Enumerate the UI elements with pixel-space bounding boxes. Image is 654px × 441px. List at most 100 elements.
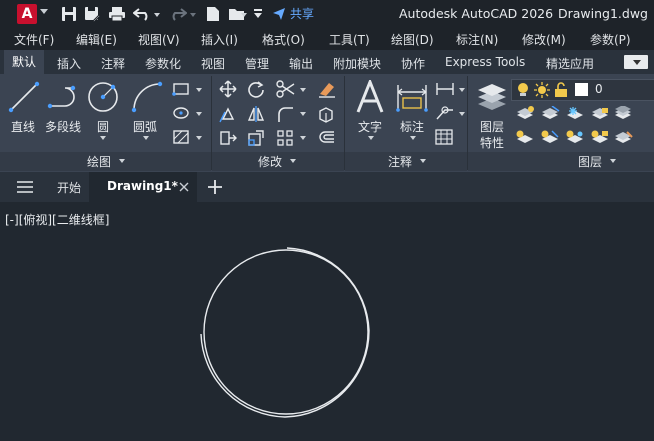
arc-dropdown-icon[interactable] xyxy=(143,136,149,140)
dimension-icon[interactable] xyxy=(395,80,429,114)
polyline-icon[interactable] xyxy=(47,84,83,110)
trim-icon[interactable] xyxy=(276,80,296,98)
layer-isolate-icon[interactable] xyxy=(540,106,560,122)
hamburger-menu-icon[interactable] xyxy=(16,180,34,194)
leader-icon[interactable] xyxy=(435,105,455,121)
layer-lock-icon[interactable] xyxy=(590,106,610,122)
autocad-logo-button[interactable]: A xyxy=(17,4,37,24)
text-tool-label[interactable]: 文字 xyxy=(358,118,382,135)
tab-annotate[interactable]: 注释 xyxy=(101,55,125,72)
linear-dimension-dropdown-icon[interactable] xyxy=(459,88,465,92)
menu-draw[interactable]: 绘图(D) xyxy=(391,31,434,48)
modify-panel-expand-icon[interactable] xyxy=(290,159,296,163)
layer-dropdown[interactable]: 0 xyxy=(511,79,654,101)
redo-dropdown-icon[interactable] xyxy=(190,13,196,17)
open-dropdown-icon[interactable] xyxy=(241,13,247,17)
array-icon[interactable] xyxy=(276,129,294,147)
erase-icon[interactable] xyxy=(317,80,337,98)
explode-icon[interactable] xyxy=(317,105,335,123)
layer-properties-label-1[interactable]: 图层 xyxy=(480,118,504,135)
layers-panel-expand-icon[interactable] xyxy=(610,159,616,163)
layer-thaw-icon[interactable] xyxy=(565,130,585,146)
undo-icon[interactable] xyxy=(132,4,152,24)
menu-modify[interactable]: 修改(M) xyxy=(522,31,566,48)
layer-match-icon[interactable] xyxy=(613,106,633,122)
scale-icon[interactable] xyxy=(247,129,265,147)
close-tab-icon[interactable] xyxy=(179,182,189,192)
layer-unlock-icon[interactable] xyxy=(590,130,610,146)
menu-file[interactable]: 文件(F) xyxy=(14,31,54,48)
save-as-icon[interactable] xyxy=(83,4,101,24)
offset-icon[interactable] xyxy=(317,129,335,147)
layer-properties-icon[interactable] xyxy=(475,80,509,114)
rectangle-icon[interactable] xyxy=(172,82,190,96)
tab-view[interactable]: 视图 xyxy=(201,55,225,72)
tab-drawing1[interactable]: Drawing1* xyxy=(89,172,197,202)
drawn-circle[interactable] xyxy=(195,242,380,422)
layer-unisolate-icon[interactable] xyxy=(540,130,560,146)
hatch-dropdown-icon[interactable] xyxy=(196,136,202,140)
save-icon[interactable] xyxy=(60,4,78,24)
ribbon-minimize-button[interactable] xyxy=(624,55,648,69)
hatch-icon[interactable] xyxy=(172,129,190,145)
layer-walk-icon[interactable] xyxy=(613,130,633,146)
tab-featured-apps[interactable]: 精选应用 xyxy=(546,55,594,72)
undo-dropdown-icon[interactable] xyxy=(154,13,160,17)
stretch-icon[interactable] xyxy=(219,129,237,147)
application-menu-dropdown-icon[interactable] xyxy=(40,9,48,14)
new-file-icon[interactable] xyxy=(204,4,222,24)
menu-dimension[interactable]: 标注(N) xyxy=(456,31,498,48)
draw-panel-footer[interactable]: 绘图 xyxy=(0,152,211,171)
layer-properties-label-2[interactable]: 特性 xyxy=(480,134,504,151)
layer-freeze-icon[interactable] xyxy=(565,106,585,122)
new-tab-plus-icon[interactable] xyxy=(207,179,223,195)
text-dropdown-icon[interactable] xyxy=(368,136,374,140)
menu-view[interactable]: 视图(V) xyxy=(138,31,180,48)
rectangle-dropdown-icon[interactable] xyxy=(196,88,202,92)
rotate-icon[interactable] xyxy=(247,80,265,98)
annotation-panel-footer[interactable]: 注释 xyxy=(345,152,467,171)
linear-dimension-icon[interactable] xyxy=(435,82,455,96)
arc-icon[interactable] xyxy=(130,81,164,113)
redo-icon[interactable] xyxy=(168,4,188,24)
tab-output[interactable]: 输出 xyxy=(289,55,313,72)
tab-start[interactable]: 开始 xyxy=(57,179,81,196)
menu-format[interactable]: 格式(O) xyxy=(262,31,305,48)
tab-addins[interactable]: 附加模块 xyxy=(333,55,381,72)
circle-icon[interactable] xyxy=(86,80,120,114)
tab-insert[interactable]: 插入 xyxy=(57,55,81,72)
array-dropdown-icon[interactable] xyxy=(300,136,306,140)
mirror-icon[interactable] xyxy=(247,105,265,123)
print-icon[interactable] xyxy=(107,4,127,24)
share-button[interactable]: 共享 xyxy=(272,5,314,22)
dimension-tool-label[interactable]: 标注 xyxy=(400,118,424,135)
draw-panel-expand-icon[interactable] xyxy=(119,159,125,163)
move-icon[interactable] xyxy=(219,80,237,98)
customize-toolbar-icon[interactable] xyxy=(252,4,264,24)
tab-collaborate[interactable]: 协作 xyxy=(401,55,425,72)
line-icon[interactable] xyxy=(8,81,40,113)
modify-panel-footer[interactable]: 修改 xyxy=(212,152,344,171)
table-icon[interactable] xyxy=(435,129,453,145)
menu-insert[interactable]: 插入(I) xyxy=(201,31,238,48)
tab-express-tools[interactable]: Express Tools xyxy=(445,55,525,69)
tab-manage[interactable]: 管理 xyxy=(245,55,269,72)
line-tool-label[interactable]: 直线 xyxy=(11,118,35,135)
layer-on-icon[interactable] xyxy=(515,130,535,146)
annotation-panel-expand-icon[interactable] xyxy=(420,159,426,163)
tab-default[interactable]: 默认 xyxy=(4,50,45,74)
ellipse-icon[interactable] xyxy=(172,106,190,120)
trim-dropdown-icon[interactable] xyxy=(300,88,306,92)
leader-dropdown-icon[interactable] xyxy=(459,112,465,116)
copy-icon[interactable] xyxy=(219,105,237,123)
text-icon[interactable] xyxy=(355,80,385,114)
layers-panel-footer[interactable]: 图层 xyxy=(468,152,654,171)
menu-parameter[interactable]: 参数(P) xyxy=(590,31,631,48)
fillet-icon[interactable] xyxy=(276,105,294,123)
polyline-tool-label[interactable]: 多段线 xyxy=(45,118,81,135)
menu-edit[interactable]: 编辑(E) xyxy=(76,31,117,48)
dimension-dropdown-icon[interactable] xyxy=(410,136,416,140)
circle-dropdown-icon[interactable] xyxy=(100,136,106,140)
viewport-controls[interactable]: [-][俯视][二维线框] xyxy=(5,211,109,228)
tab-parametric[interactable]: 参数化 xyxy=(145,55,181,72)
